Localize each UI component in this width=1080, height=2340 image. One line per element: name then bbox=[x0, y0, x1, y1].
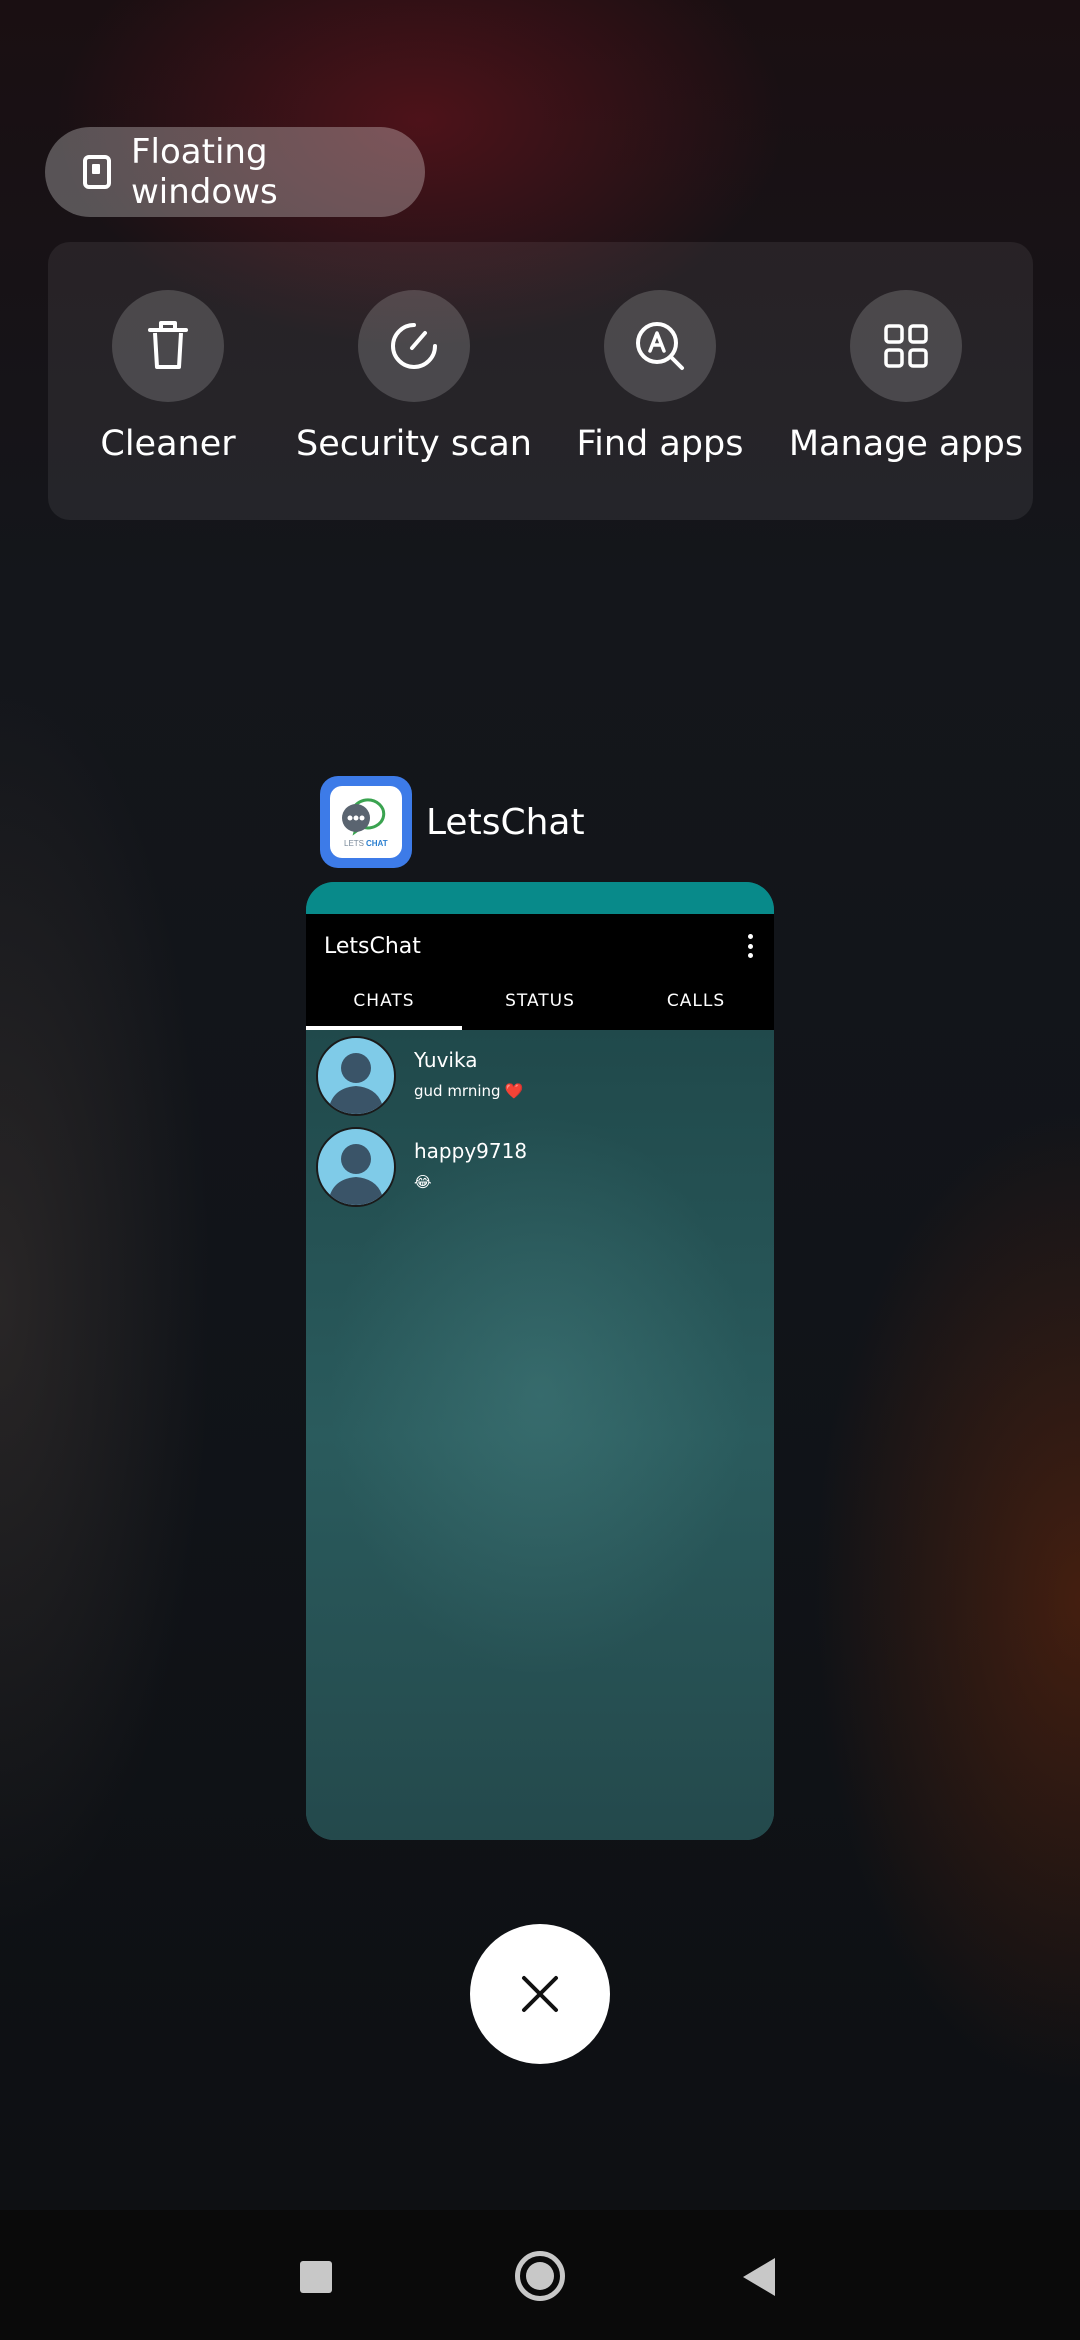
more-options-icon bbox=[748, 934, 754, 958]
chat-list: Yuvika gud mrning ❤️ happy9718 😂 bbox=[306, 1030, 774, 1840]
app-preview-card[interactable]: LetsChat CHATS STATUS CALLS Yuvika gud m… bbox=[306, 882, 774, 1840]
icon-caption-chat: CHAT bbox=[366, 839, 388, 848]
app-card-header[interactable]: LETS CHAT LetsChat bbox=[320, 776, 585, 868]
back-button[interactable] bbox=[743, 2258, 775, 2296]
chat-row: happy9718 😂 bbox=[316, 1127, 756, 1207]
close-all-button[interactable] bbox=[470, 1924, 610, 2064]
security-scan-label: Security scan bbox=[296, 424, 532, 464]
preview-title: LetsChat bbox=[324, 933, 421, 959]
avatar bbox=[316, 1036, 396, 1116]
navigation-bar bbox=[0, 2210, 1080, 2340]
preview-tabs: CHATS STATUS CALLS bbox=[306, 978, 774, 1030]
floating-windows-label: Floating windows bbox=[131, 132, 278, 212]
tab-chats: CHATS bbox=[306, 978, 462, 1030]
chat-message: 😂 bbox=[414, 1173, 432, 1191]
preview-status-bar bbox=[306, 882, 774, 914]
gauge-icon bbox=[358, 290, 470, 402]
floating-window-icon bbox=[83, 155, 111, 189]
grid-icon bbox=[850, 290, 962, 402]
close-icon bbox=[522, 1976, 558, 2012]
letschat-app-icon: LETS CHAT bbox=[320, 776, 412, 868]
chat-message: gud mrning ❤️ bbox=[414, 1082, 524, 1100]
cleaner-button[interactable]: Cleaner bbox=[48, 290, 288, 464]
manage-apps-label: Manage apps bbox=[788, 424, 1024, 464]
app-card-title: LetsChat bbox=[426, 801, 585, 843]
cleaner-label: Cleaner bbox=[100, 424, 236, 464]
floating-windows-button[interactable]: Floating windows bbox=[45, 127, 425, 217]
tab-calls: CALLS bbox=[666, 991, 726, 1011]
preview-toolbar: LetsChat bbox=[306, 914, 774, 978]
chat-name: Yuvika bbox=[414, 1048, 478, 1072]
security-scan-button[interactable]: Security scan bbox=[294, 290, 534, 464]
tab-status: STATUS bbox=[505, 991, 575, 1011]
avatar bbox=[316, 1127, 396, 1207]
find-apps-icon bbox=[604, 290, 716, 402]
chat-row: Yuvika gud mrning ❤️ bbox=[316, 1036, 756, 1116]
recents-button[interactable] bbox=[300, 2261, 332, 2293]
find-apps-label: Find apps bbox=[576, 424, 744, 464]
home-button[interactable] bbox=[515, 2251, 565, 2301]
chat-name: happy9718 bbox=[414, 1139, 528, 1163]
icon-caption-lets: LETS bbox=[344, 839, 364, 848]
manage-apps-button[interactable]: Manage apps bbox=[786, 290, 1026, 464]
quick-tools-panel: Cleaner Security scan Find apps Manage a… bbox=[48, 242, 1033, 520]
find-apps-button[interactable]: Find apps bbox=[540, 290, 780, 464]
trash-icon bbox=[112, 290, 224, 402]
